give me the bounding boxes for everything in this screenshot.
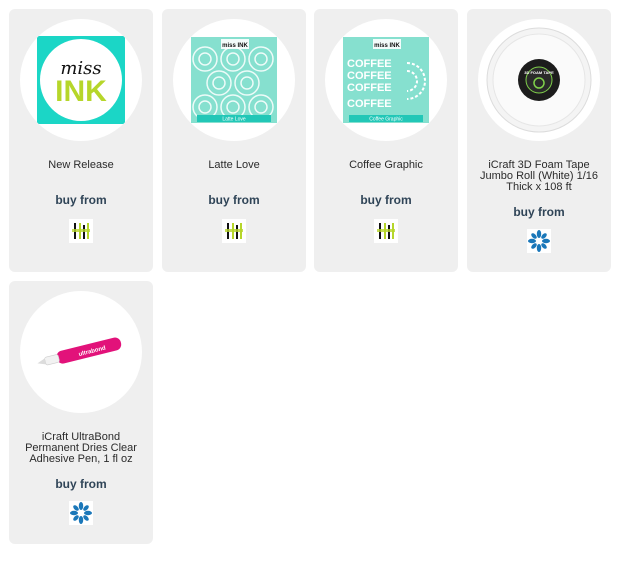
product-image[interactable]: miss INK <box>20 19 142 141</box>
blue-flower-shop-icon[interactable] <box>527 229 551 253</box>
svg-text:Latte Love: Latte Love <box>222 117 246 123</box>
product-card[interactable]: miss INK New Release buy from <box>9 9 153 272</box>
product-title[interactable]: iCraft 3D Foam Tape Jumbo Roll (White) 1… <box>473 160 605 193</box>
svg-text:miss INK: miss INK <box>374 43 400 49</box>
blue-flower-shop-icon[interactable] <box>69 501 93 525</box>
buy-from-label: buy from <box>360 193 412 207</box>
product-card[interactable]: 3D FOAM TAPE iCraft 3D Foam Tape Jumbo R… <box>467 9 611 272</box>
product-image[interactable]: miss INK Latte Love <box>173 19 295 141</box>
product-title[interactable]: Coffee Graphic <box>320 160 452 171</box>
svg-text:COFFEE: COFFEE <box>347 58 392 70</box>
product-image[interactable]: 3D FOAM TAPE <box>478 19 600 141</box>
product-image[interactable]: ultrabond <box>20 291 142 413</box>
product-title[interactable]: New Release <box>15 160 147 171</box>
buy-from-label: buy from <box>208 193 260 207</box>
product-card[interactable]: ultrabond iCraft UltraBond Permanent Dri… <box>9 281 153 544</box>
svg-text:Coffee Graphic: Coffee Graphic <box>369 117 403 123</box>
svg-text:3D FOAM TAPE: 3D FOAM TAPE <box>524 70 554 75</box>
miss-ink-shop-icon[interactable] <box>69 219 93 243</box>
buy-from-label: buy from <box>55 193 107 207</box>
miss-ink-shop-icon[interactable] <box>374 219 398 243</box>
product-image[interactable]: miss INK COFFEE COFFEE COFFEE COFFEE Cof… <box>325 19 447 141</box>
svg-text:COFFEE: COFFEE <box>347 98 392 110</box>
buy-from-label: buy from <box>55 477 107 491</box>
svg-text:INK: INK <box>55 75 107 108</box>
buy-from-label: buy from <box>513 205 565 219</box>
product-title[interactable]: iCraft UltraBond Permanent Dries Clear A… <box>15 432 147 465</box>
miss-ink-shop-icon[interactable] <box>222 219 246 243</box>
product-card[interactable]: miss INK Latte Love Latte Love buy from <box>162 9 306 272</box>
svg-text:COFFEE: COFFEE <box>347 70 392 82</box>
product-title[interactable]: Latte Love <box>168 160 300 171</box>
product-card[interactable]: miss INK COFFEE COFFEE COFFEE COFFEE Cof… <box>314 9 458 272</box>
svg-text:COFFEE: COFFEE <box>347 82 392 94</box>
svg-text:miss INK: miss INK <box>222 43 248 49</box>
